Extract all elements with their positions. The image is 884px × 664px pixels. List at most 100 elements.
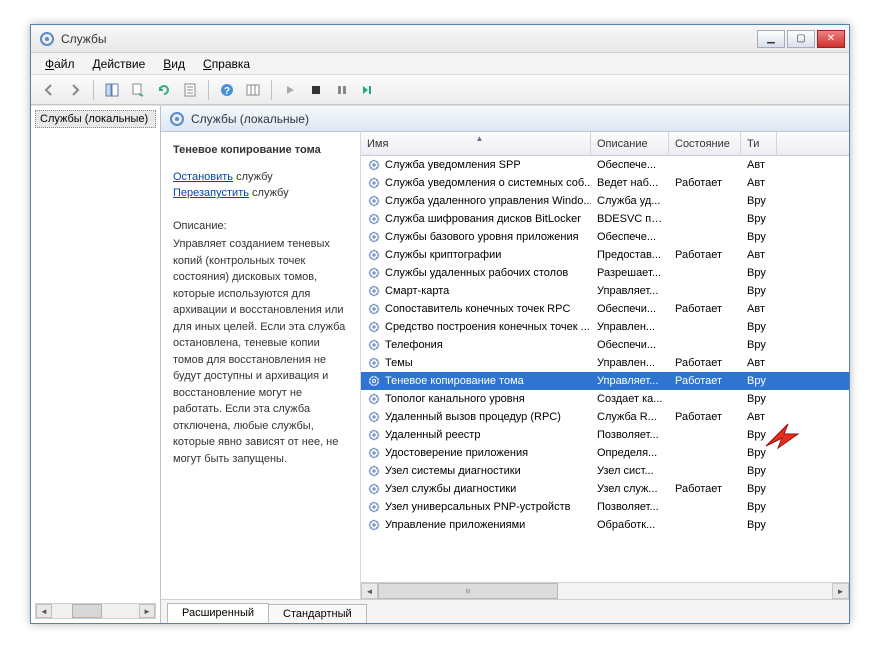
service-row[interactable]: Узел универсальных PNP-устройствПозволяе… <box>361 498 849 516</box>
service-name-cell: Службы удаленных рабочих столов <box>361 266 591 280</box>
service-name: Удаленный вызов процедур (RPC) <box>385 411 561 423</box>
close-button[interactable]: ✕ <box>817 30 845 48</box>
menu-action[interactable]: Действие <box>85 55 154 73</box>
service-desc-cell: BDESVC пр... <box>591 213 669 225</box>
col-name[interactable]: Имя▲ <box>361 132 591 155</box>
toolbar: ? <box>31 75 849 105</box>
col-description[interactable]: Описание <box>591 132 669 155</box>
scroll-thumb[interactable] <box>378 583 558 599</box>
service-row[interactable]: Тополог канального уровняСоздает ка...Вр… <box>361 390 849 408</box>
help-button[interactable]: ? <box>215 78 239 102</box>
menu-file[interactable]: Файл <box>37 55 83 73</box>
tree-hscrollbar[interactable]: ◄ ► <box>35 603 156 619</box>
scroll-right-icon[interactable]: ► <box>832 583 849 599</box>
scroll-right-icon[interactable]: ► <box>139 604 155 618</box>
service-name: Тополог канального уровня <box>385 393 525 405</box>
split-body: Теневое копирование тома Остановить служ… <box>161 132 849 599</box>
service-type-cell: Вру <box>741 195 777 207</box>
service-name: Теневое копирование тома <box>385 375 524 387</box>
tree-node-services-local[interactable]: Службы (локальные) <box>35 110 156 128</box>
export-list-button[interactable] <box>126 78 150 102</box>
service-type-cell: Вру <box>741 519 777 531</box>
titlebar[interactable]: Службы ▁ ▢ ✕ <box>31 25 849 53</box>
service-row[interactable]: Удостоверение приложенияОпределя...Вру <box>361 444 849 462</box>
service-desc-cell: Позволяет... <box>591 429 669 441</box>
service-type-cell: Вру <box>741 375 777 387</box>
properties-button[interactable] <box>178 78 202 102</box>
service-type-cell: Вру <box>741 267 777 279</box>
service-type-cell: Вру <box>741 213 777 225</box>
service-name-cell: Удаленный реестр <box>361 428 591 442</box>
service-row[interactable]: Средство построения конечных точек ...Уп… <box>361 318 849 336</box>
tree-pane: Службы (локальные) ◄ ► <box>31 106 161 623</box>
service-name: Сопоставитель конечных точек RPC <box>385 303 570 315</box>
service-name-cell: Темы <box>361 356 591 370</box>
service-name: Смарт-карта <box>385 285 449 297</box>
nav-forward-button[interactable] <box>63 78 87 102</box>
service-row[interactable]: ТемыУправлен...РаботаетАвт <box>361 354 849 372</box>
stop-service-link[interactable]: Остановить <box>173 171 233 183</box>
service-desc-cell: Обеспечи... <box>591 339 669 351</box>
tab-extended[interactable]: Расширенный <box>167 603 269 623</box>
stop-service-button[interactable] <box>304 78 328 102</box>
services-window: Службы ▁ ▢ ✕ Файл Действие Вид Справка ?… <box>30 24 850 624</box>
service-name: Узел системы диагностики <box>385 465 521 477</box>
menubar: Файл Действие Вид Справка <box>31 53 849 75</box>
services-list[interactable]: Служба уведомления SPPОбеспече...АвтСлуж… <box>361 156 849 582</box>
pause-service-button[interactable] <box>330 78 354 102</box>
scroll-left-icon[interactable]: ◄ <box>361 583 378 599</box>
service-row[interactable]: Служба уведомления SPPОбеспече...Авт <box>361 156 849 174</box>
scroll-left-icon[interactable]: ◄ <box>36 604 52 618</box>
service-row[interactable]: Удаленный реестрПозволяет...Вру <box>361 426 849 444</box>
service-row[interactable]: Служба уведомления о системных соб...Вед… <box>361 174 849 192</box>
show-hide-tree-button[interactable] <box>100 78 124 102</box>
service-name: Служба удаленного управления Windo... <box>385 195 591 207</box>
columns-button[interactable] <box>241 78 265 102</box>
service-row[interactable]: Узел системы диагностикиУзел сист...Вру <box>361 462 849 480</box>
service-row[interactable]: Служба шифрования дисков BitLockerBDESVC… <box>361 210 849 228</box>
scroll-thumb[interactable] <box>72 604 102 618</box>
refresh-button[interactable] <box>152 78 176 102</box>
restart-service-link[interactable]: Перезапустить <box>173 187 249 199</box>
service-desc-cell: Узел сист... <box>591 465 669 477</box>
service-row[interactable]: Удаленный вызов процедур (RPC)Служба R..… <box>361 408 849 426</box>
restart-service-button[interactable] <box>356 78 380 102</box>
service-row[interactable]: Узел службы диагностикиУзел служ...Работ… <box>361 480 849 498</box>
service-row[interactable]: Смарт-картаУправляет...Вру <box>361 282 849 300</box>
start-service-button[interactable] <box>278 78 302 102</box>
service-name: Удостоверение приложения <box>385 447 528 459</box>
view-tabs: Расширенный Стандартный <box>161 599 849 623</box>
service-row[interactable]: Службы базового уровня приложенияОбеспеч… <box>361 228 849 246</box>
service-name-cell: Смарт-карта <box>361 284 591 298</box>
description-text: Управляет созданием теневых копий (контр… <box>173 236 348 467</box>
maximize-button[interactable]: ▢ <box>787 30 815 48</box>
list-hscrollbar[interactable]: ◄ ► <box>361 582 849 599</box>
toolbar-separator <box>208 80 209 100</box>
service-row[interactable]: Сопоставитель конечных точек RPCОбеспечи… <box>361 300 849 318</box>
service-state-cell: Работает <box>669 249 741 261</box>
service-row[interactable]: Теневое копирование томаУправляет...Рабо… <box>361 372 849 390</box>
service-name-cell: Удостоверение приложения <box>361 446 591 460</box>
tab-standard[interactable]: Стандартный <box>268 604 367 623</box>
service-row[interactable]: Служба удаленного управления Windo...Слу… <box>361 192 849 210</box>
service-name: Управление приложениями <box>385 519 525 531</box>
service-name-cell: Служба уведомления SPP <box>361 158 591 172</box>
service-name-cell: Службы криптографии <box>361 248 591 262</box>
col-state[interactable]: Состояние <box>669 132 741 155</box>
main-body: Службы (локальные) ◄ ► Службы (локальные… <box>31 105 849 623</box>
service-row[interactable]: Службы удаленных рабочих столовРазрешает… <box>361 264 849 282</box>
minimize-button[interactable]: ▁ <box>757 30 785 48</box>
service-row[interactable]: Управление приложениями Обработк... Вру <box>361 516 849 534</box>
nav-back-button[interactable] <box>37 78 61 102</box>
service-name: Темы <box>385 357 413 369</box>
service-type-cell: Авт <box>741 249 777 261</box>
service-row[interactable]: Службы криптографииПредостав...РаботаетА… <box>361 246 849 264</box>
service-name-cell: Узел системы диагностики <box>361 464 591 478</box>
service-name-cell: Средство построения конечных точек ... <box>361 320 591 334</box>
menu-help[interactable]: Справка <box>195 55 258 73</box>
col-type[interactable]: Ти <box>741 132 777 155</box>
service-desc-cell: Обработк... <box>591 519 669 531</box>
service-type-cell: Вру <box>741 447 777 459</box>
service-row[interactable]: ТелефонияОбеспечи...Вру <box>361 336 849 354</box>
menu-view[interactable]: Вид <box>155 55 193 73</box>
